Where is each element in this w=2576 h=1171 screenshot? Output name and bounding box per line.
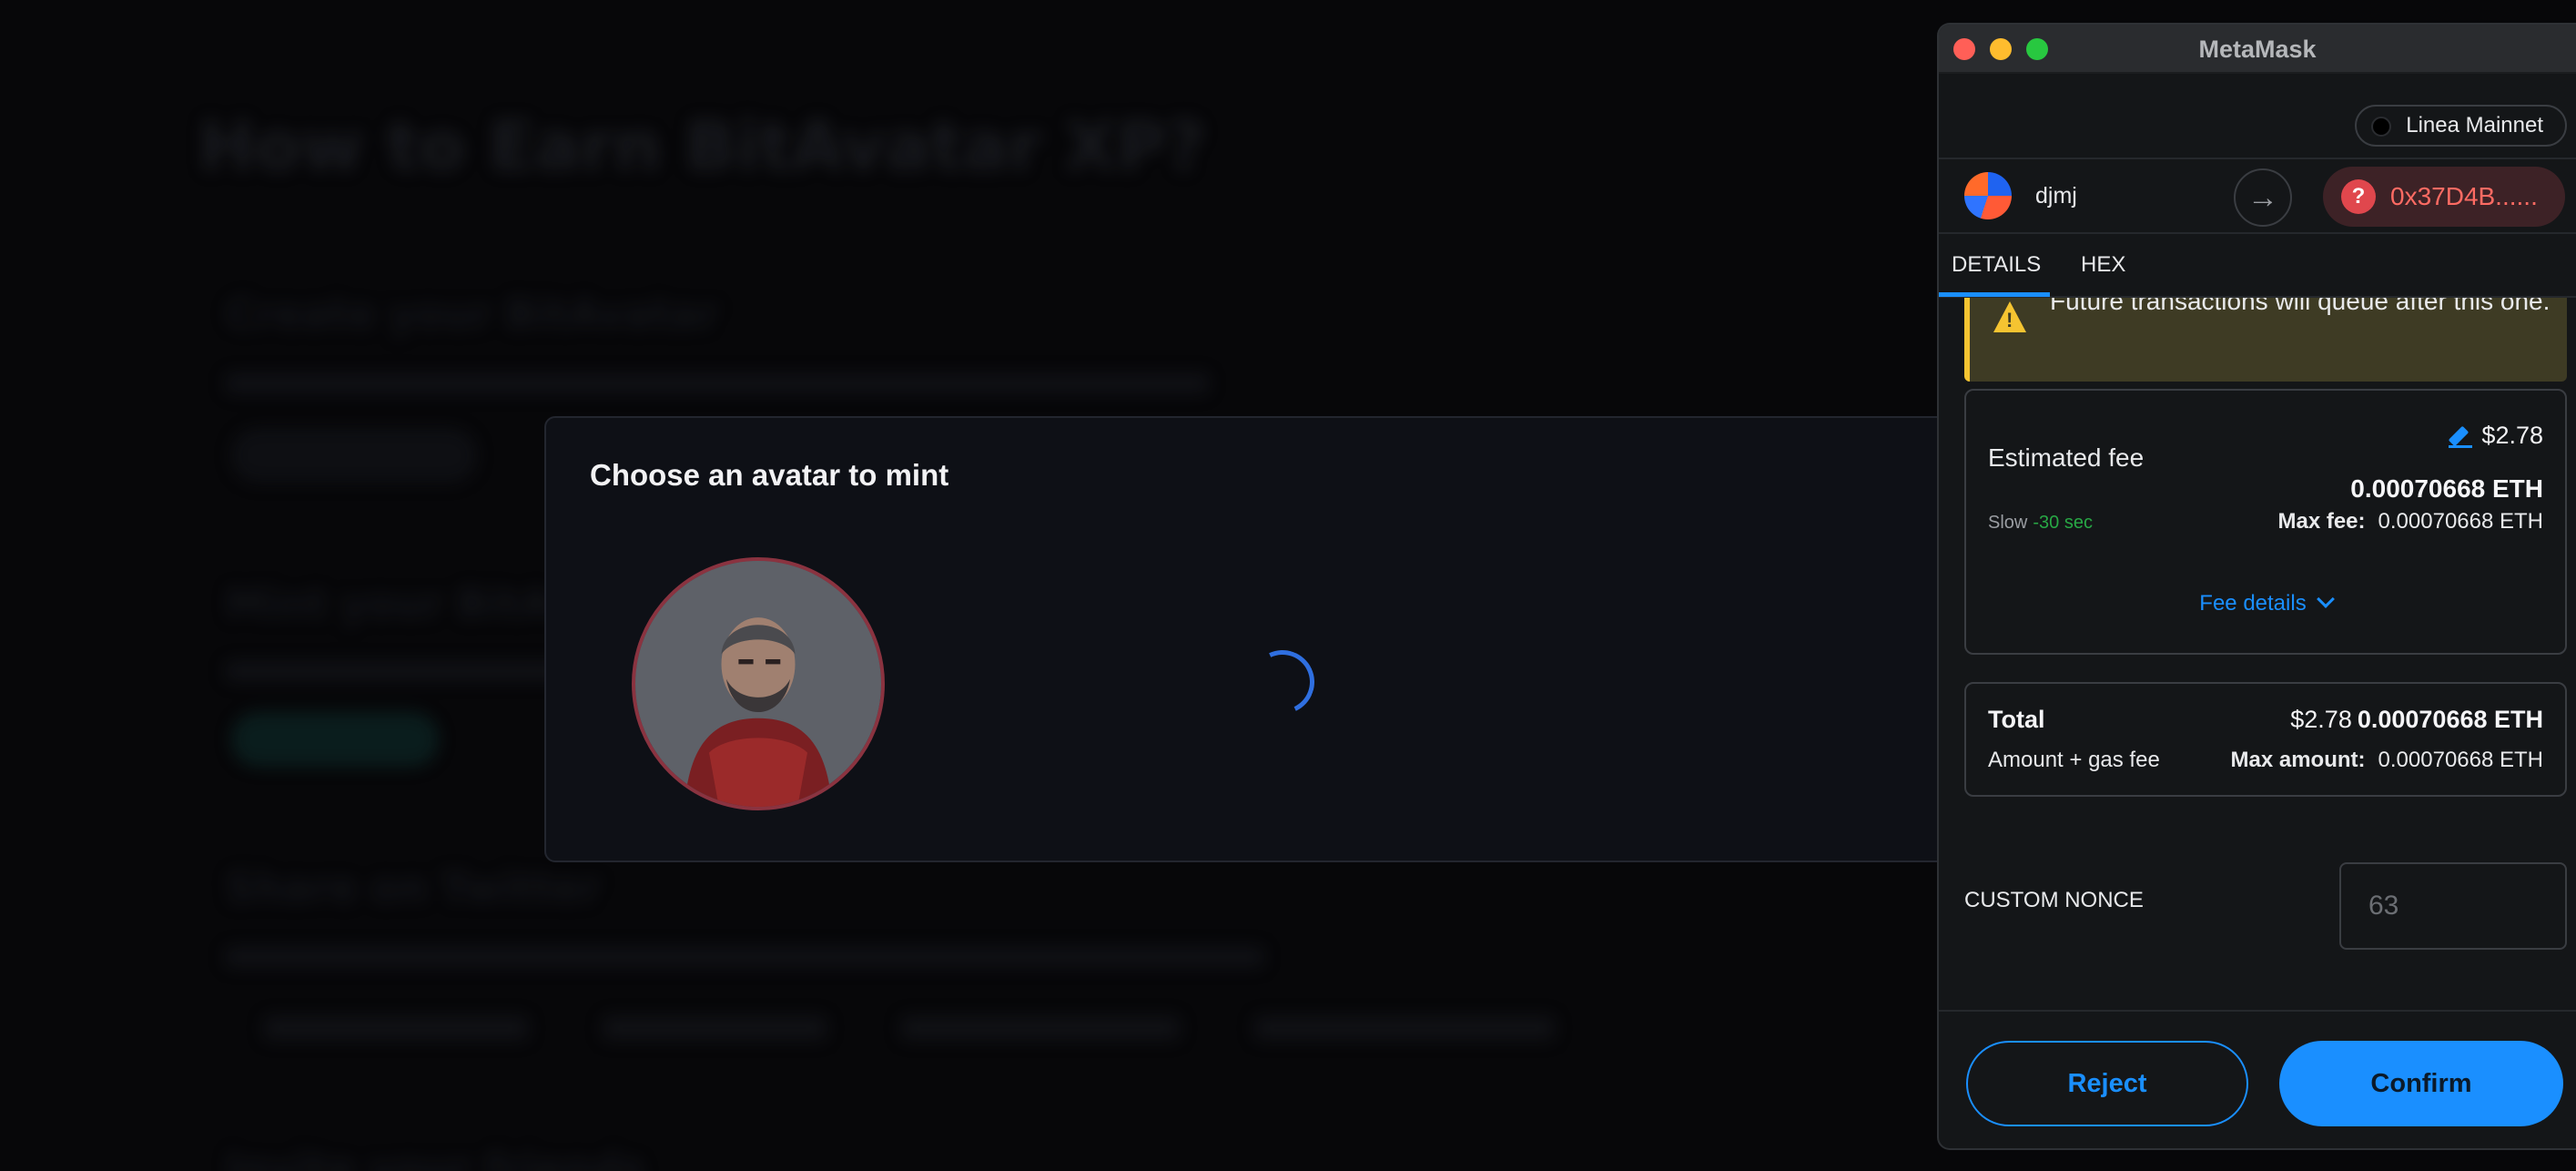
custom-nonce-input[interactable] bbox=[2339, 862, 2567, 950]
max-fee: Max fee: 0.00070668 ETH bbox=[2277, 509, 2543, 535]
background-heading: How to Earn BitAvatar XP? bbox=[198, 107, 1206, 186]
max-fee-value: 0.00070668 ETH bbox=[2378, 509, 2543, 534]
fee-speed-label: Slow bbox=[1988, 513, 2028, 533]
tab-details[interactable]: DETAILS bbox=[1952, 252, 2041, 278]
question-icon: ? bbox=[2341, 179, 2376, 214]
arrow-right-icon: → bbox=[2234, 168, 2292, 227]
fee-details-label: Fee details bbox=[2199, 591, 2307, 616]
background-text-line bbox=[226, 373, 1209, 393]
account-avatar[interactable] bbox=[1964, 172, 2012, 219]
total-label: Total bbox=[1988, 706, 2045, 733]
recipient-address[interactable]: ? 0x37D4B...... bbox=[2323, 167, 2565, 227]
fee-usd: $2.78 bbox=[2481, 422, 2543, 449]
window-title: MetaMask bbox=[2198, 36, 2317, 63]
background-chip bbox=[901, 1016, 1180, 1040]
tab-hex[interactable]: HEX bbox=[2081, 252, 2125, 278]
footer-divider bbox=[1939, 1010, 2576, 1012]
metamask-window: MetaMask Linea Mainnet djmj → ? 0x37D4B.… bbox=[1937, 23, 2576, 1150]
total-value: $2.78 0.00070668 ETH bbox=[2290, 706, 2543, 734]
background-button bbox=[231, 428, 477, 483]
account-row: djmj → ? 0x37D4B...... bbox=[1939, 159, 2576, 234]
network-bar: Linea Mainnet bbox=[1939, 74, 2576, 159]
background-section-invite: Invite your friends bbox=[226, 1146, 644, 1171]
background-button bbox=[231, 712, 439, 767]
max-amount: Max amount: 0.00070668 ETH bbox=[2231, 748, 2543, 773]
total-sub-label: Amount + gas fee bbox=[1988, 748, 2160, 772]
fee-speed: Slow -30 sec bbox=[1988, 513, 2093, 534]
fee-label: Estimated fee bbox=[1988, 443, 2145, 472]
loading-spinner-icon bbox=[1242, 641, 1323, 723]
reject-button[interactable]: Reject bbox=[1966, 1041, 2248, 1126]
network-selector[interactable]: Linea Mainnet bbox=[2355, 105, 2567, 147]
max-amount-label: Max amount: bbox=[2230, 748, 2366, 772]
total-card: Total Amount + gas fee $2.78 0.00070668 E… bbox=[1964, 682, 2567, 797]
background-text-line bbox=[226, 661, 572, 681]
custom-nonce-label: CUSTOM NONCE bbox=[1964, 888, 2144, 912]
estimated-fee-card: Estimated fee $2.78 0.00070668 ETH Slow -… bbox=[1964, 389, 2567, 655]
fee-eth: 0.00070668 ETH bbox=[2350, 474, 2543, 503]
warrior-portrait-icon bbox=[635, 561, 881, 807]
network-label: Linea Mainnet bbox=[2406, 113, 2543, 137]
background-text-line bbox=[226, 947, 1263, 967]
background-chip bbox=[1254, 1016, 1555, 1040]
active-tab-indicator bbox=[1939, 292, 2050, 297]
avatar-option[interactable] bbox=[632, 557, 885, 810]
total-eth: 0.00070668 ETH bbox=[2357, 706, 2543, 733]
fee-usd-group: $2.78 bbox=[2449, 422, 2543, 450]
fee-details-link[interactable]: Fee details bbox=[1966, 590, 2565, 616]
chevron-down-icon bbox=[2316, 590, 2335, 608]
window-titlebar: MetaMask bbox=[1939, 25, 2576, 74]
total-usd: $2.78 bbox=[2290, 706, 2352, 733]
confirm-button[interactable]: Confirm bbox=[2279, 1041, 2563, 1126]
background-section-share: Share on Twitter bbox=[226, 865, 600, 911]
background-section-create: Create your BitAvatar bbox=[226, 291, 717, 338]
background-chip bbox=[264, 1016, 528, 1040]
warning-icon: ! bbox=[1993, 301, 2026, 332]
edit-pencil-icon[interactable] bbox=[2449, 424, 2473, 448]
background-chip bbox=[603, 1016, 827, 1040]
recipient-address-text: 0x37D4B...... bbox=[2390, 182, 2538, 210]
max-amount-value: 0.00070668 ETH bbox=[2378, 748, 2543, 772]
tab-bar: DETAILS HEX bbox=[1939, 234, 2576, 298]
fee-time: -30 sec bbox=[2033, 513, 2093, 533]
mint-modal: Choose an avatar to mint bbox=[544, 416, 2001, 862]
mint-modal-title: Choose an avatar to mint bbox=[590, 458, 949, 492]
account-name: djmj bbox=[2035, 183, 2077, 209]
network-dot-icon bbox=[2371, 117, 2392, 137]
max-fee-label: Max fee: bbox=[2277, 509, 2366, 534]
